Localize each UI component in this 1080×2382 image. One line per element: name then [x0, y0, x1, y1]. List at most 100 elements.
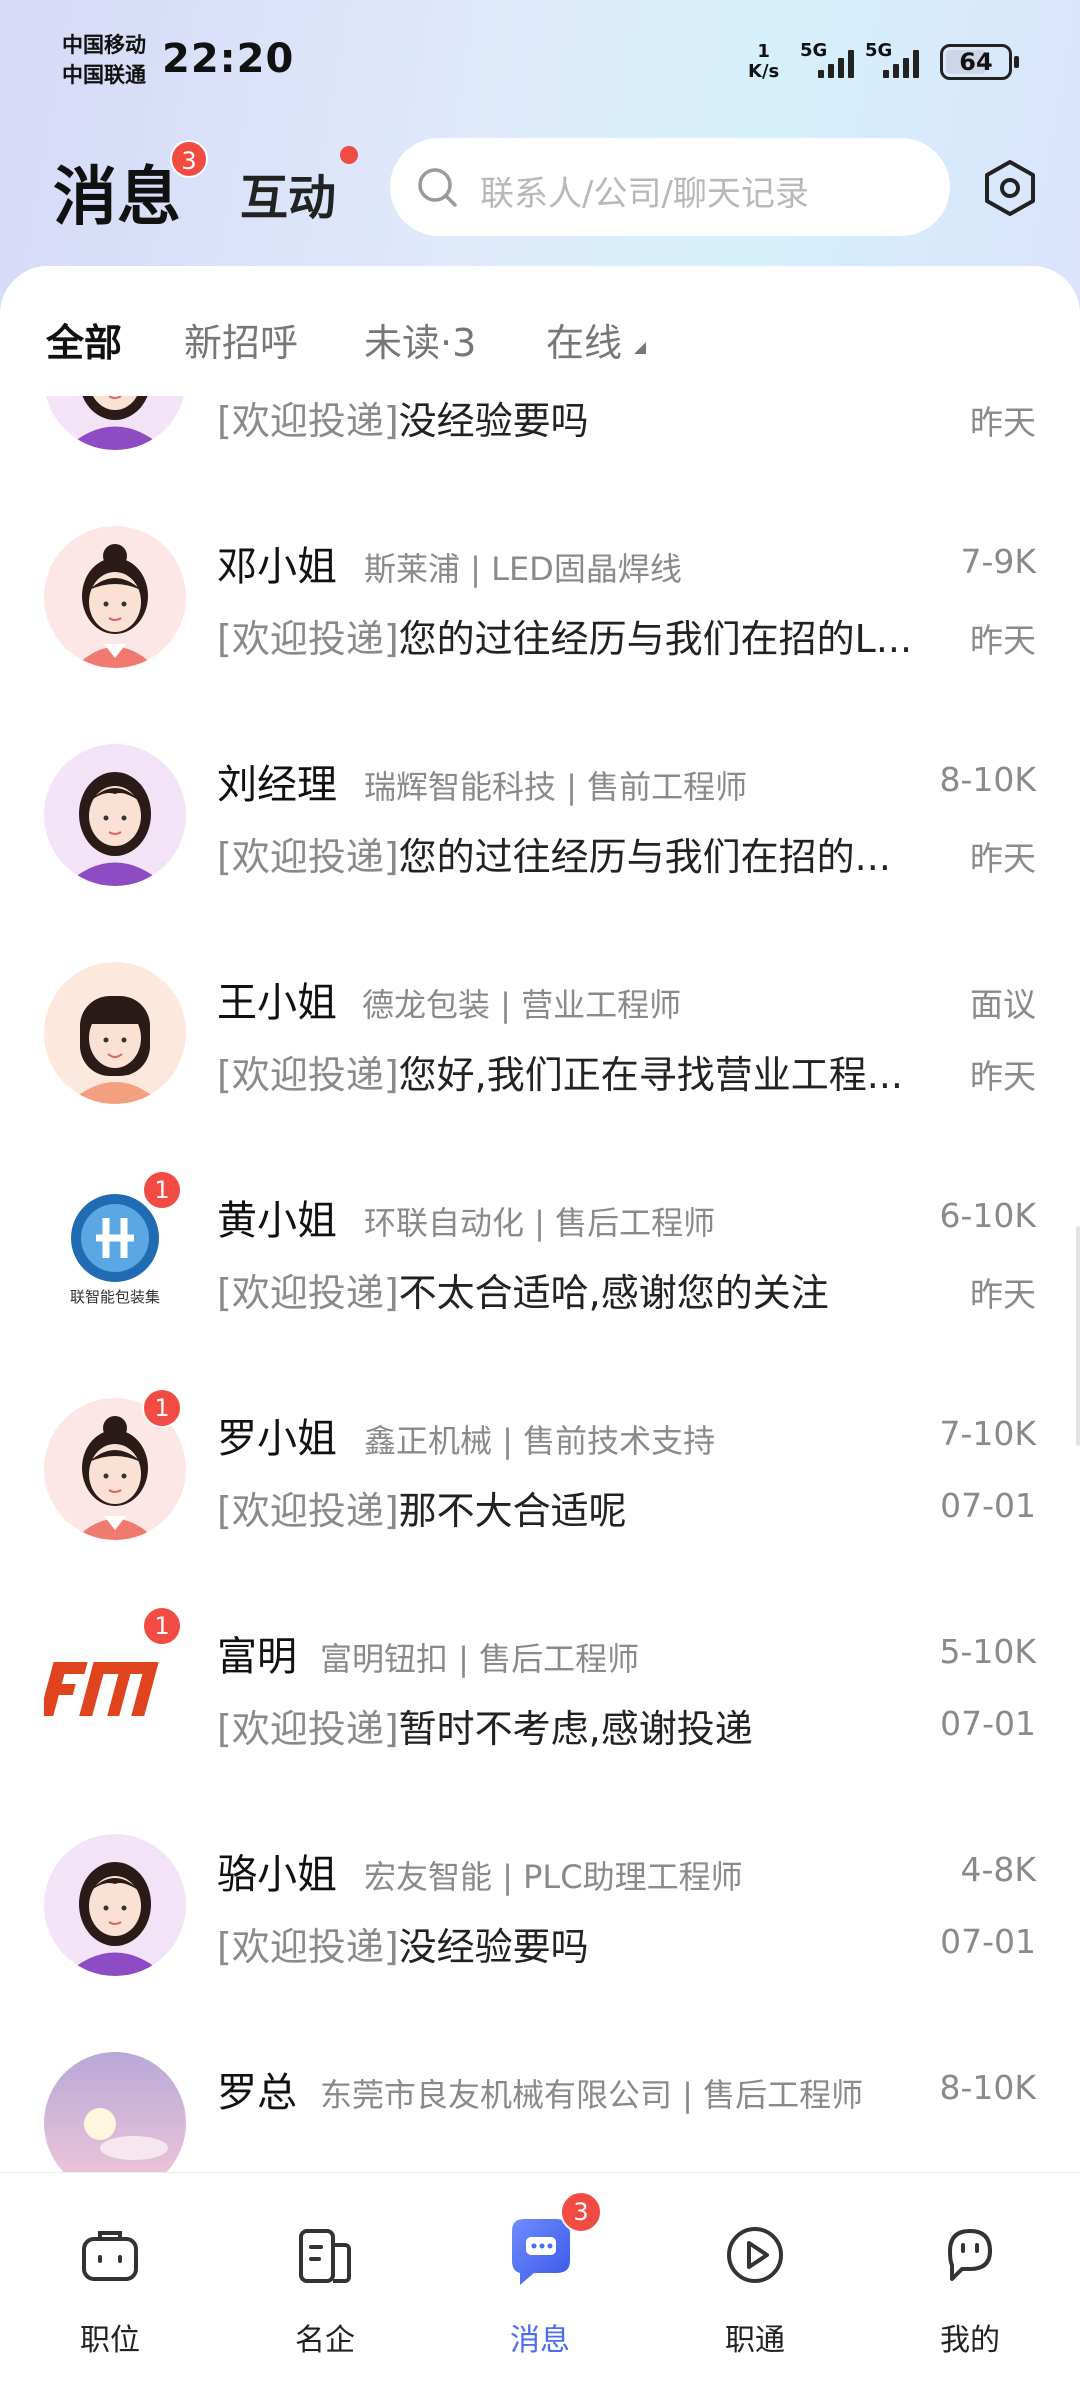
company-position: 鑫正机械 | 售前技术支持 [364, 1422, 716, 1460]
company-position: 东莞市良友机械有限公司 | 售后工程师 [320, 2076, 864, 2114]
nav-label: 职通 [725, 2323, 785, 2358]
tab-new-greetings[interactable]: 新招呼 [184, 312, 298, 367]
message-time: 昨天 [970, 403, 1036, 442]
company-position: 富明钮扣 | 售后工程师 [320, 1640, 640, 1678]
message-time: 07-01 [940, 1922, 1036, 1961]
clock: 22:20 [162, 36, 295, 82]
online-caret-icon [634, 342, 646, 354]
unread-badge: 1 [142, 1388, 182, 1428]
title-unread-badge: 3 [170, 140, 208, 178]
contact-name: 罗总 [217, 2070, 297, 2116]
company-icon [299, 2229, 351, 2283]
message-preview: [欢迎投递]暂时不考虑,感谢投递 [217, 1707, 753, 1751]
contact-name: 黄小姐 [217, 1198, 337, 1244]
settings-icon[interactable] [980, 158, 1040, 218]
page-title[interactable]: 消息 [53, 146, 181, 238]
company-position: 斯莱浦 | LED固晶焊线 [364, 550, 682, 588]
conversation-item[interactable]: 骆小姐 宏友智能 | PLC助理工程师 4-8K [欢迎投递]没经验要吗 07-… [0, 1812, 1080, 2030]
company-position: 宏友智能 | PLC助理工程师 [364, 1858, 743, 1896]
carrier-info: 中国移动 中国联通 [62, 30, 146, 90]
battery-icon: 64 [940, 44, 1019, 80]
search-icon [418, 168, 457, 207]
conversation-item[interactable]: 联智能包装集 1 黄小姐 环联自动化 | 售后工程师 6-10K [欢迎投递]不… [0, 1158, 1080, 1376]
avatar [44, 962, 186, 1104]
nav-unread-badge: 3 [560, 2191, 602, 2233]
avatar [44, 526, 186, 668]
contact-name: 罗小姐 [217, 1416, 337, 1462]
search-placeholder: 联系人/公司/聊天记录 [480, 174, 809, 214]
salary: 6-10K [939, 1196, 1036, 1235]
message-preview: [欢迎投递]没经验要吗 [217, 1925, 589, 1969]
tab-online[interactable]: 在线 [546, 312, 622, 367]
unread-badge: 1 [142, 1170, 182, 1210]
conversation-item[interactable]: [欢迎投递]没经验要吗 昨天 [0, 396, 1080, 504]
unread-badge: 1 [142, 1606, 182, 1646]
conversation-item[interactable]: 王小姐 德龙包装 | 营业工程师 面议 [欢迎投递]您好,我们正在寻找营业工程.… [0, 940, 1080, 1158]
salary: 7-9K [960, 542, 1036, 581]
nav-label: 我的 [940, 2323, 1000, 2358]
message-preview: [欢迎投递]那不大合适呢 [217, 1489, 627, 1533]
conversation-list[interactable]: [欢迎投递]没经验要吗 昨天 邓小姐 斯莱浦 | LED固晶焊线 7-9K [欢… [0, 396, 1080, 2172]
conversation-item[interactable]: 邓小姐 斯莱浦 | LED固晶焊线 7-9K [欢迎投递]您的过往经历与我们在招… [0, 504, 1080, 722]
contact-name: 王小姐 [217, 980, 337, 1026]
filter-tabs: 全部 新招呼 未读·3 在线 [0, 266, 1080, 396]
tab-interact[interactable]: 互动 [240, 158, 336, 228]
message-time: 昨天 [970, 1057, 1036, 1096]
nav-jobs[interactable]: 职位 [40, 2173, 180, 2382]
nav-profile[interactable]: 我的 [900, 2173, 1040, 2382]
company-position: 环联自动化 | 售后工程师 [364, 1204, 716, 1242]
salary: 7-10K [939, 1414, 1036, 1453]
company-position: 德龙包装 | 营业工程师 [362, 986, 682, 1024]
conversation-item[interactable]: 1 罗小姐 鑫正机械 | 售前技术支持 7-10K [欢迎投递]那不大合适呢 0… [0, 1376, 1080, 1594]
nav-messages[interactable]: 3 消息 [470, 2173, 610, 2382]
search-input[interactable]: 联系人/公司/聊天记录 [390, 138, 950, 236]
salary: 8-10K [939, 760, 1036, 799]
salary: 5-10K [939, 1632, 1036, 1671]
nav-companies[interactable]: 名企 [255, 2173, 395, 2382]
nav-label: 名企 [295, 2323, 355, 2358]
net-speed: 1 K/s [748, 42, 779, 82]
avatar [44, 744, 186, 886]
message-time: 07-01 [940, 1704, 1036, 1743]
salary: 面议 [970, 985, 1036, 1024]
nav-zhitong[interactable]: 职通 [685, 2173, 825, 2382]
net-speed-unit: K/s [748, 61, 780, 82]
nav-label: 职位 [80, 2323, 140, 2358]
contact-name: 刘经理 [217, 762, 337, 808]
message-preview: [欢迎投递]您好,我们正在寻找营业工程... [217, 1053, 903, 1097]
salary: 4-8K [960, 1850, 1036, 1889]
message-preview: [欢迎投递]不太合适哈,感谢您的关注 [217, 1271, 829, 1315]
nav-label: 消息 [510, 2323, 570, 2358]
interact-dot-badge [340, 146, 358, 164]
avatar [44, 396, 186, 450]
profile-icon [948, 2229, 992, 2281]
avatar [44, 2052, 186, 2172]
contact-name: 邓小姐 [217, 544, 337, 590]
message-time: 昨天 [970, 1275, 1036, 1314]
message-preview: [欢迎投递]您的过往经历与我们在招的... [217, 835, 891, 879]
message-time: 昨天 [970, 839, 1036, 878]
conversation-item[interactable]: 1 富明 富明钮扣 | 售后工程师 5-10K [欢迎投递]暂时不考虑,感谢投递… [0, 1594, 1080, 1812]
tab-all[interactable]: 全部 [46, 312, 122, 367]
conversation-item[interactable]: 罗总 东莞市良友机械有限公司 | 售后工程师 8-10K [0, 2030, 1080, 2172]
message-panel: 全部 新招呼 未读·3 在线 [欢迎投递]没经验要吗 昨天 邓小姐 斯莱浦 | … [0, 266, 1080, 2172]
message-preview: [欢迎投递]没经验要吗 [217, 399, 589, 443]
briefcase-icon [82, 2231, 138, 2281]
carrier-2: 中国联通 [62, 63, 146, 87]
company-position: 瑞辉智能科技 | 售前工程师 [364, 768, 748, 806]
status-bar: 中国移动 中国联通 22:20 1 K/s 5G 5G 64 [0, 0, 1080, 120]
conversation-item[interactable]: 刘经理 瑞辉智能科技 | 售前工程师 8-10K [欢迎投递]您的过往经历与我们… [0, 722, 1080, 940]
contact-name: 骆小姐 [217, 1852, 337, 1898]
message-preview: [欢迎投递]您的过往经历与我们在招的L... [217, 617, 913, 661]
bottom-navigation: 职位 名企 3 消息 职通 我的 [0, 2172, 1080, 2382]
carrier-1: 中国移动 [62, 33, 146, 57]
salary: 8-10K [939, 2068, 1036, 2107]
message-time: 07-01 [940, 1486, 1036, 1525]
net-speed-value: 1 [757, 41, 770, 62]
contact-name: 富明 [217, 1634, 297, 1680]
play-icon [727, 2227, 783, 2283]
tab-unread[interactable]: 未读·3 [364, 312, 476, 367]
avatar [44, 1834, 186, 1976]
message-time: 昨天 [970, 621, 1036, 660]
battery-level: 64 [959, 48, 993, 76]
